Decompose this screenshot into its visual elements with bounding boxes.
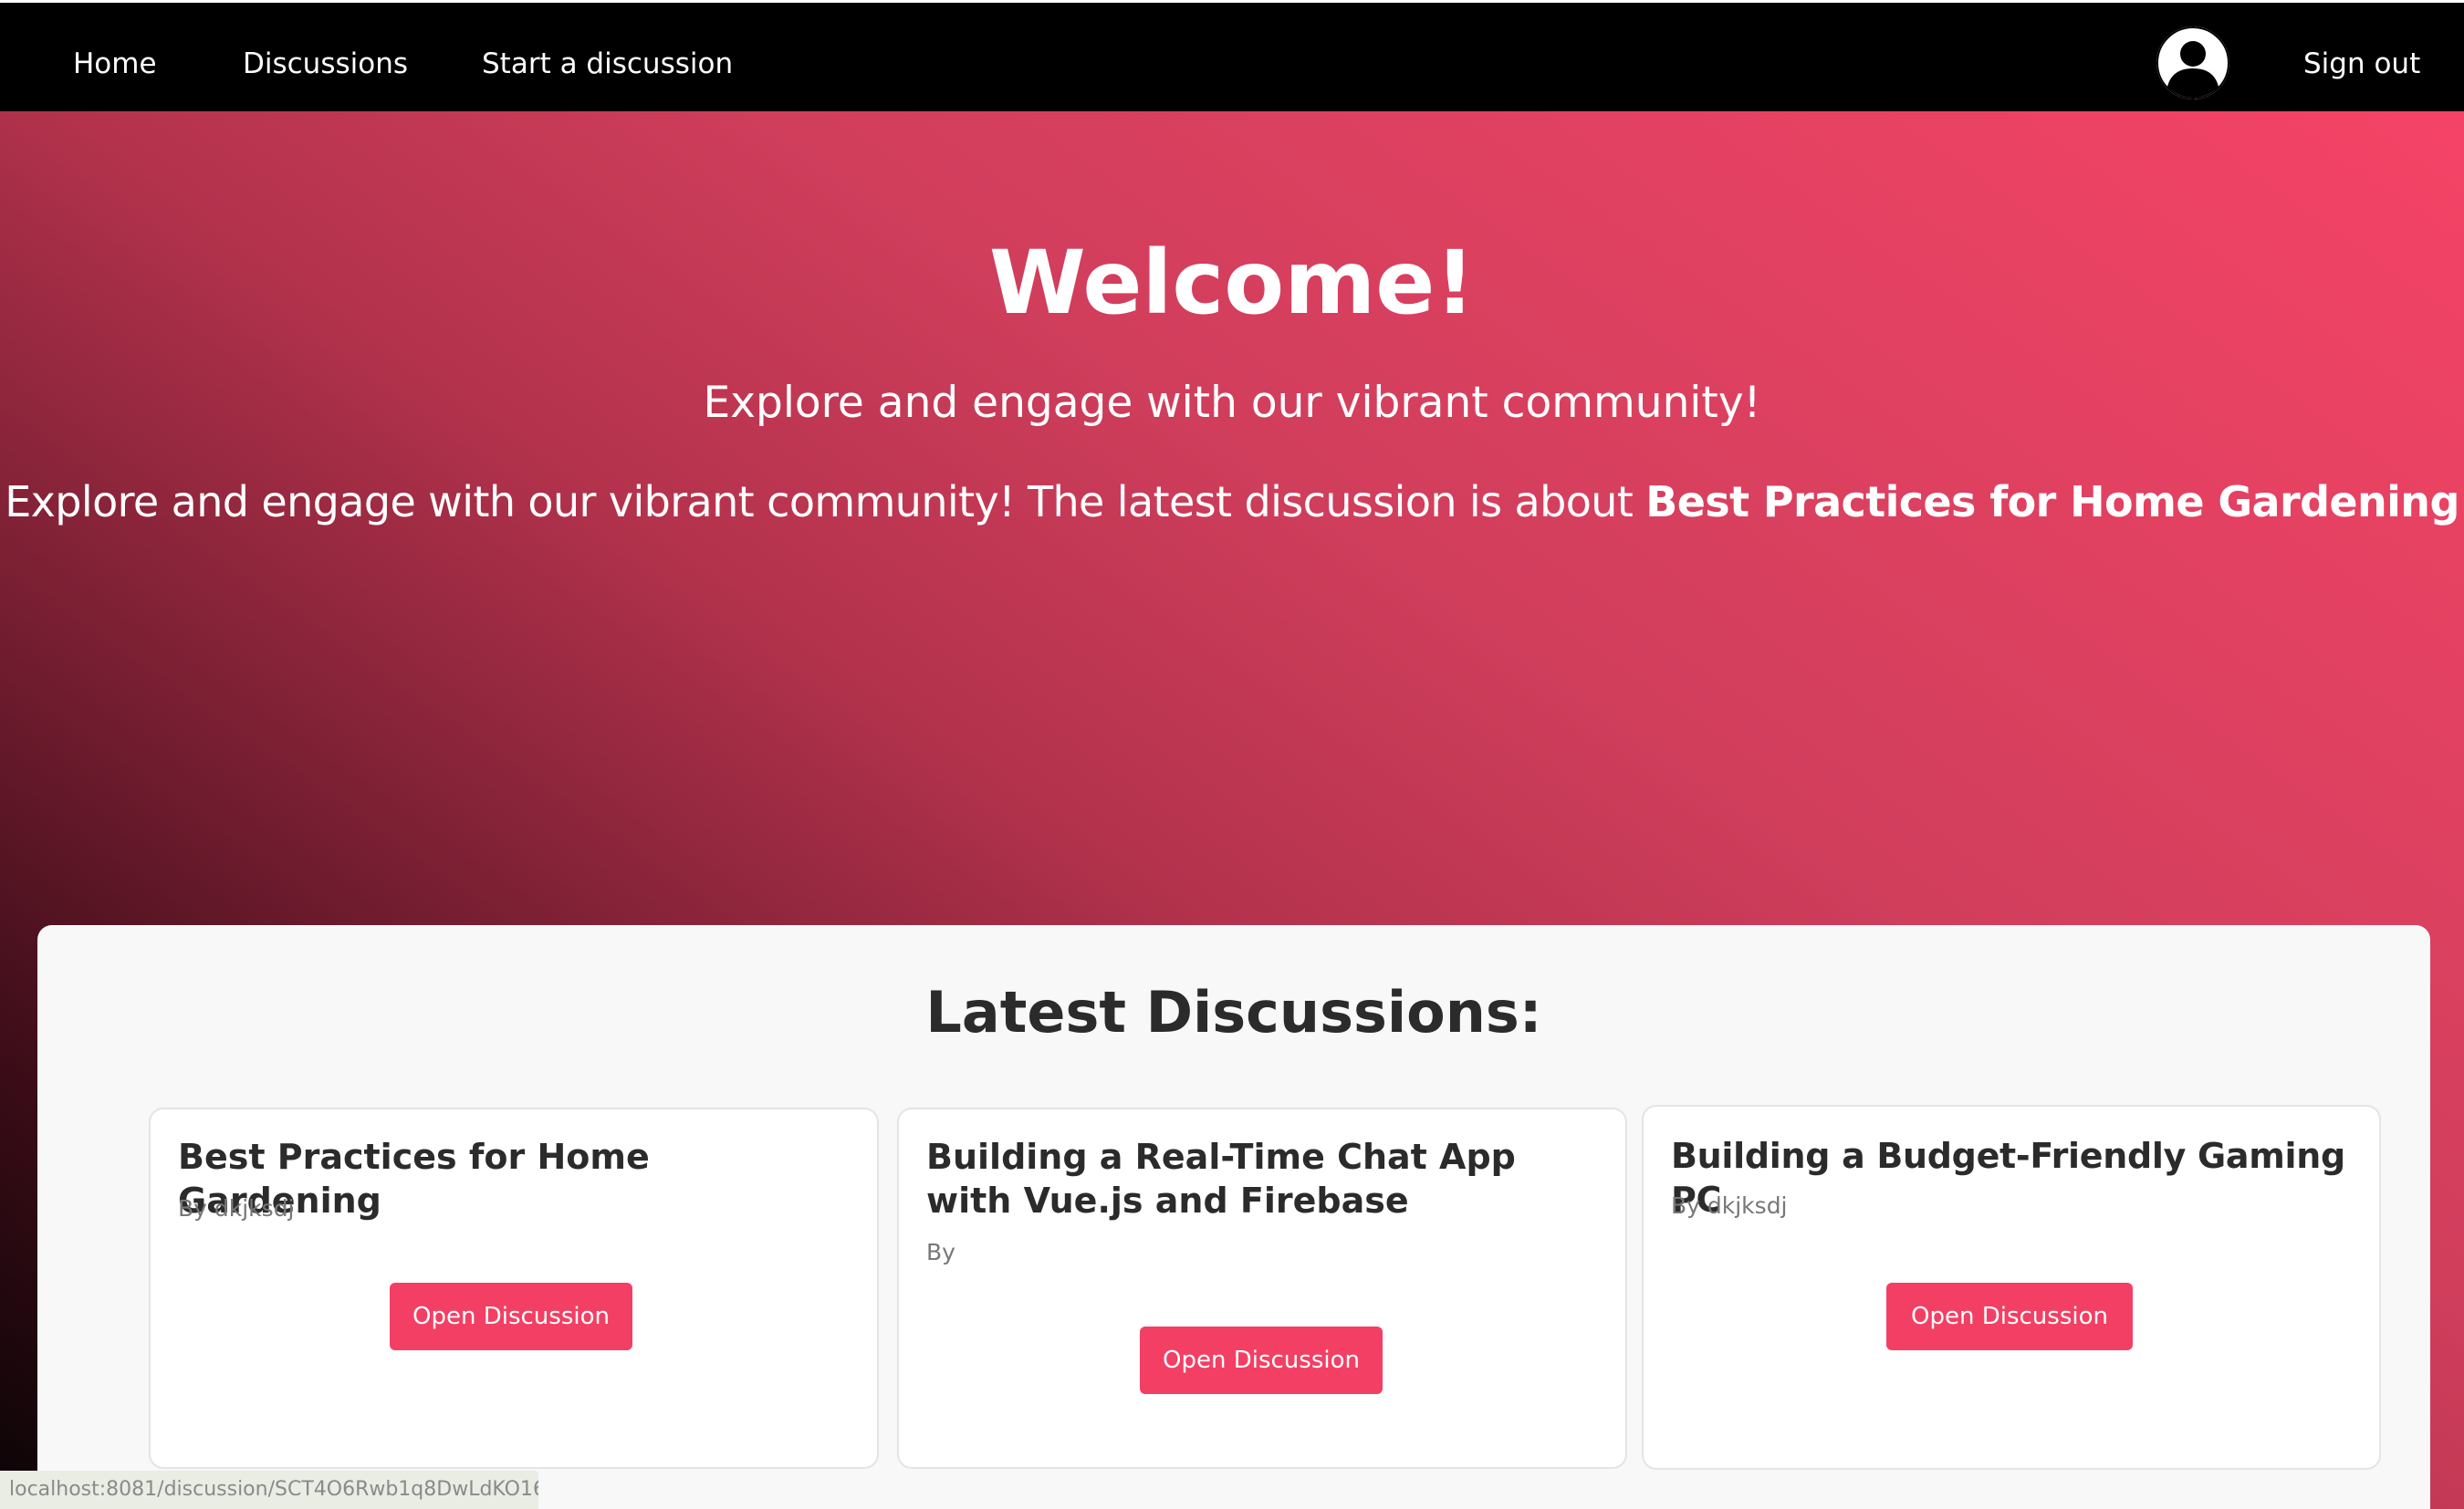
open-discussion-button[interactable]: Open Discussion [390, 1283, 632, 1350]
latest-discussion-prefix: Explore and engage with our vibrant comm… [5, 477, 1646, 526]
top-navbar: Home Discussions Start a discussion Sign… [0, 0, 2464, 111]
discussion-card: Best Practices for Home Gardening By dkj… [149, 1108, 879, 1469]
hero-section: Welcome! Explore and engage with our vib… [0, 111, 2464, 1509]
nav-start-discussion-link[interactable]: Start a discussion [482, 3, 733, 114]
nav-home-link[interactable]: Home [73, 3, 157, 114]
latest-discussion-topic: Best Practices for Home Gardening [1645, 477, 2459, 526]
open-discussion-button[interactable]: Open Discussion [1886, 1283, 2133, 1350]
discussion-card-author: By dkjksdj [1671, 1192, 1788, 1219]
latest-discussions-panel: Latest Discussions: Best Practices for H… [37, 925, 2430, 1509]
nav-discussions-link[interactable]: Discussions [243, 3, 408, 114]
welcome-title: Welcome! [988, 232, 1476, 334]
discussion-card-title: Building a Real-Time Chat App with Vue.j… [926, 1137, 1516, 1221]
latest-discussions-heading: Latest Discussions: [925, 979, 1542, 1046]
discussion-card: Building a Real-Time Chat App with Vue.j… [897, 1108, 1627, 1469]
user-avatar-icon[interactable] [2156, 26, 2229, 99]
link-status-bar: localhost:8081/discussion/SCT4O6Rwb1q8Dw… [0, 1471, 538, 1509]
open-discussion-button[interactable]: Open Discussion [1140, 1327, 1383, 1394]
discussion-card-author: By dkjksdj [178, 1195, 295, 1222]
hero-subtitle: Explore and engage with our vibrant comm… [703, 378, 1761, 428]
latest-discussion-summary: Explore and engage with our vibrant comm… [0, 470, 2464, 534]
discussion-card-author: By [926, 1239, 955, 1265]
sign-out-link[interactable]: Sign out [2303, 3, 2420, 114]
discussion-card: Building a Budget-Friendly Gaming PC By … [1642, 1105, 2381, 1470]
